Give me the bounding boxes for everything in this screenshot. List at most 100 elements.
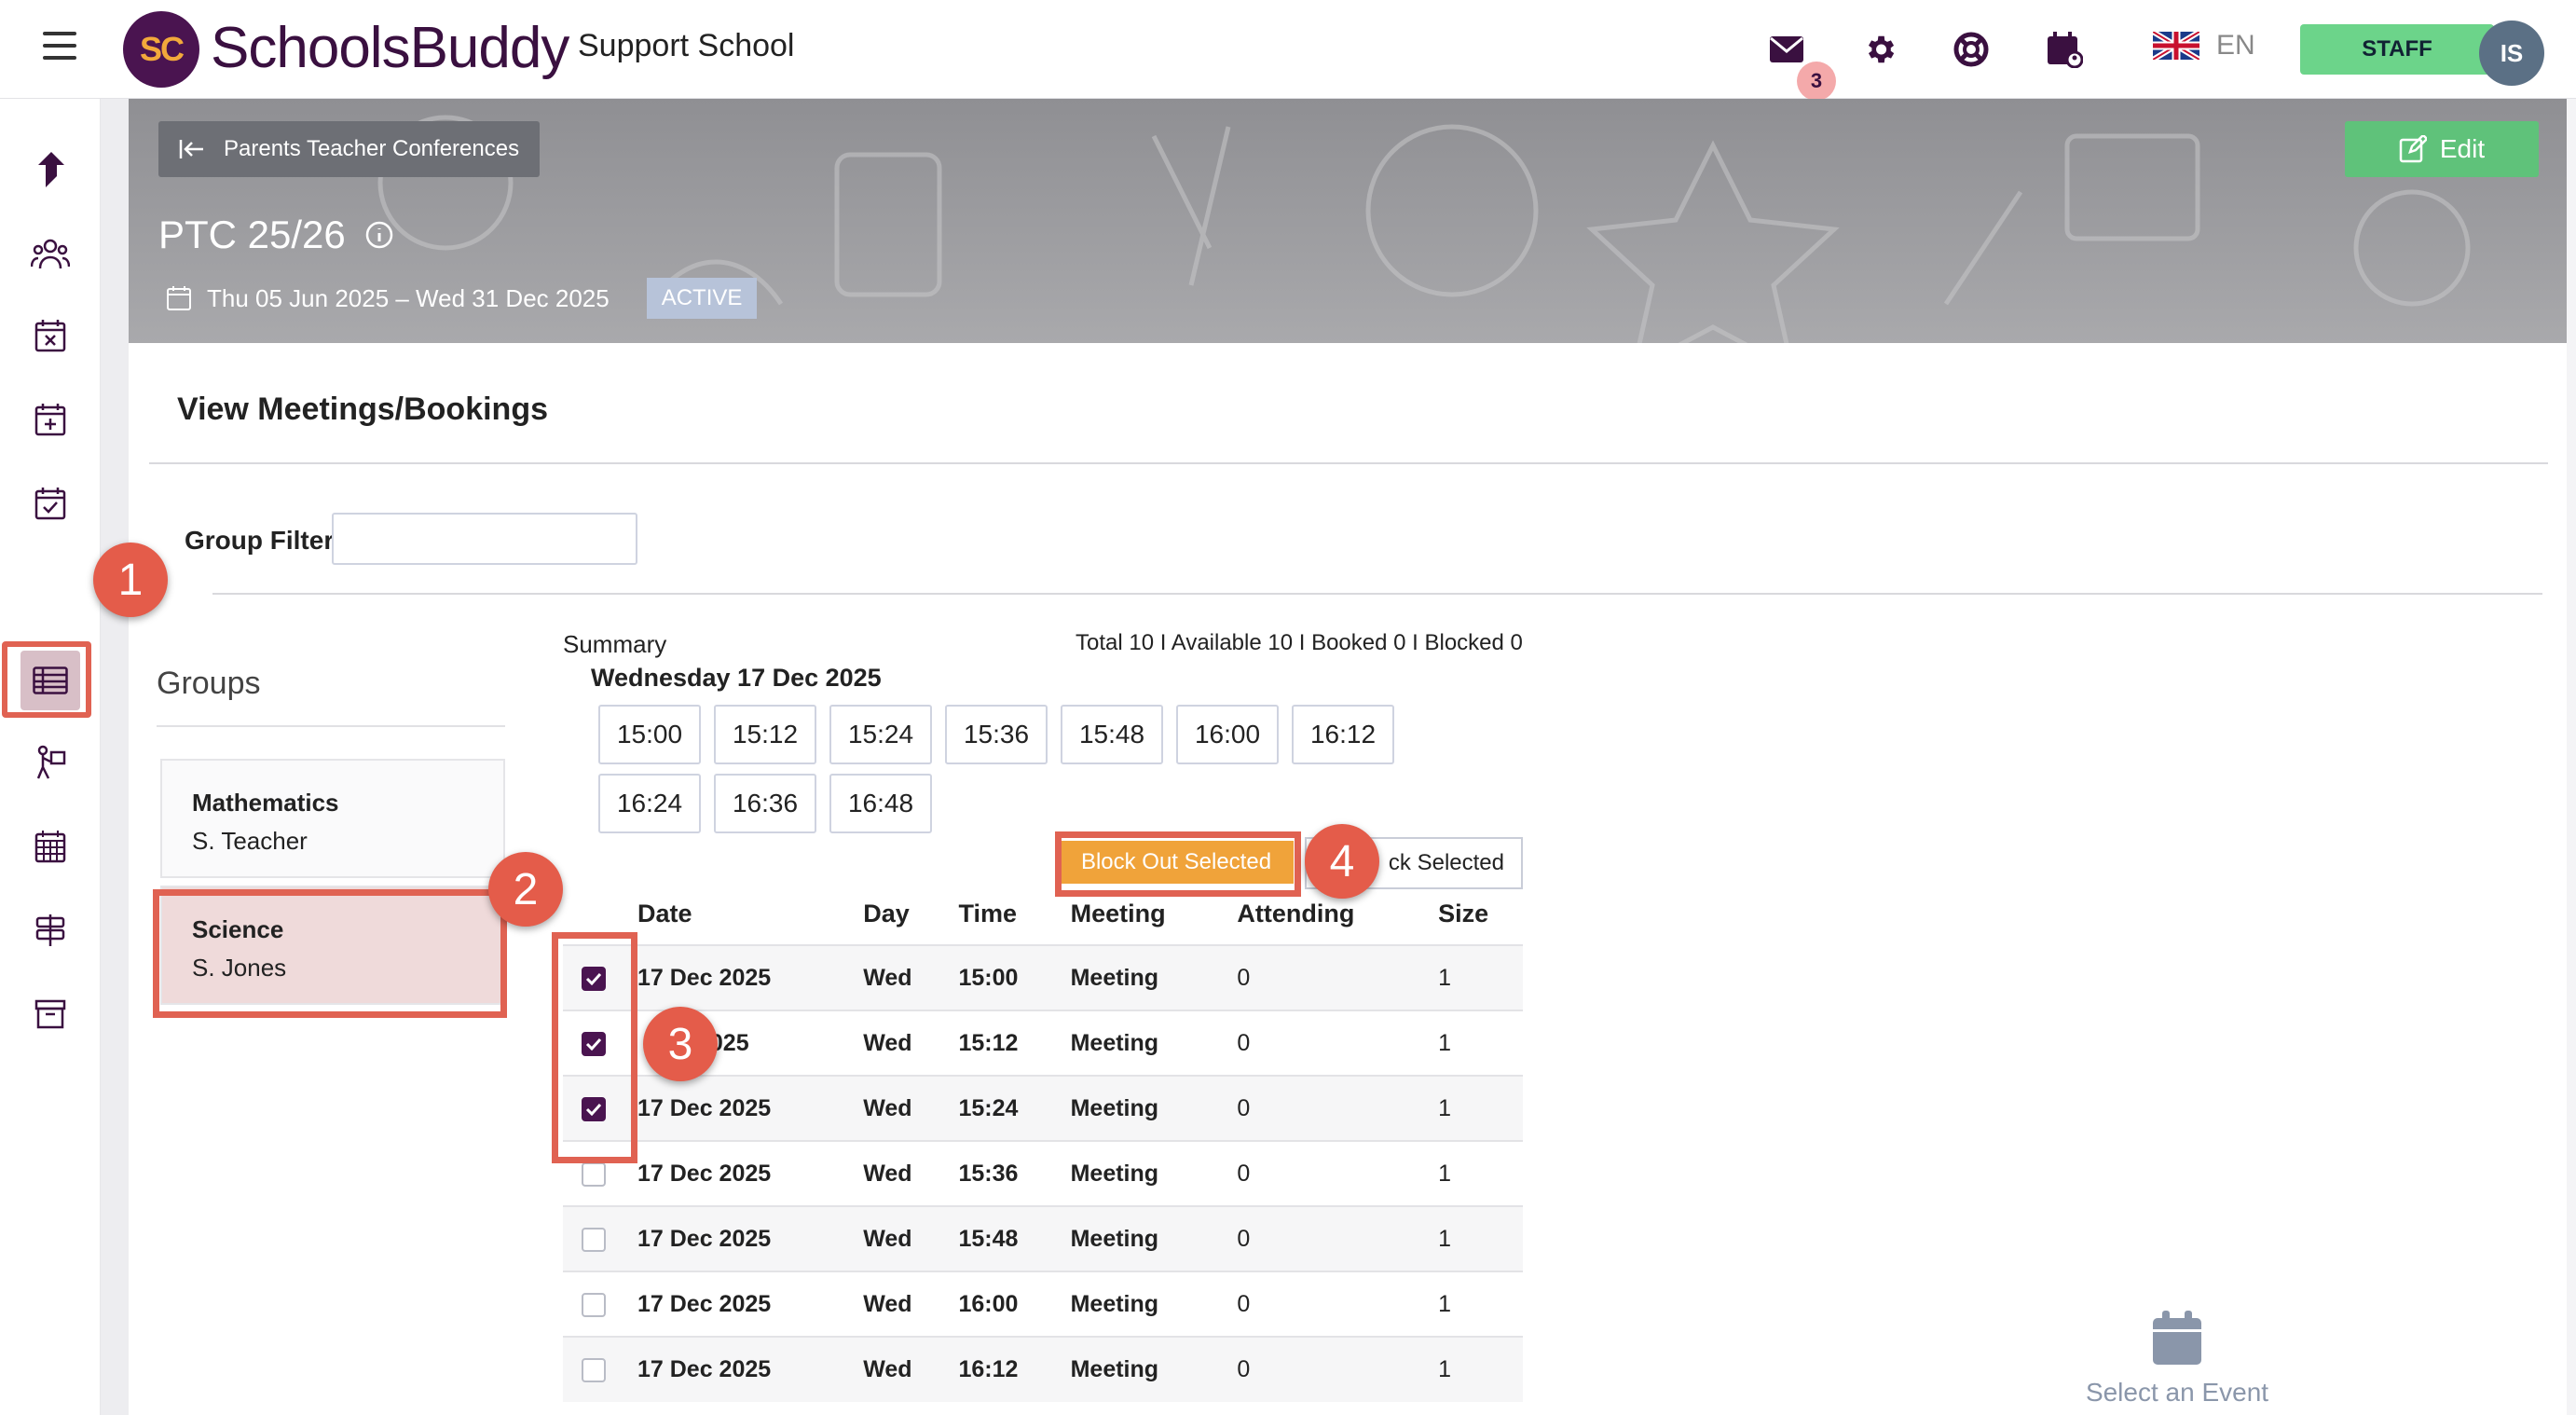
cell-meeting: Meeting	[1057, 1336, 1225, 1402]
column-header-date: Date	[637, 900, 692, 927]
cell-meeting: Meeting	[1057, 944, 1225, 1010]
hamburger-menu-icon[interactable]	[43, 32, 76, 60]
select-event-label: Select an Event	[2085, 1378, 2269, 1407]
cell-date: 17 Dec 2025	[624, 1336, 851, 1402]
cell-size: 1	[1425, 944, 1523, 1010]
sidebar-calendar-plus-icon[interactable]	[21, 390, 80, 449]
back-button-label: Parents Teacher Conferences	[224, 136, 520, 161]
row-checkbox[interactable]	[582, 1161, 606, 1187]
language-selector[interactable]: EN	[2153, 30, 2255, 62]
group-teacher: S. Teacher	[192, 827, 308, 855]
time-slot-button[interactable]: 16:12	[1292, 705, 1394, 764]
cell-time: 16:12	[945, 1336, 1058, 1402]
calendar-icon	[167, 286, 191, 310]
cell-size: 1	[1425, 1336, 1523, 1402]
time-slot-button[interactable]: 15:36	[945, 705, 1048, 764]
sidebar	[0, 99, 101, 1415]
sidebar-calendar-grid-icon[interactable]	[21, 817, 80, 876]
cell-time: 16:00	[945, 1271, 1058, 1337]
school-name: Support School	[578, 28, 795, 63]
cell-time: 15:48	[945, 1205, 1058, 1271]
time-slot-button[interactable]: 16:00	[1176, 705, 1279, 764]
language-code: EN	[2216, 30, 2255, 61]
callout-marker-2: 2	[488, 852, 563, 927]
day-label: Wednesday 17 Dec 2025	[591, 664, 882, 692]
uk-flag-icon	[2153, 32, 2199, 60]
section-title: View Meetings/Bookings	[177, 392, 549, 427]
table-row: 17 Dec 2025 Wed 15:36 Meeting 0 1	[563, 1140, 1523, 1206]
callout-marker-4: 4	[1305, 824, 1379, 899]
page-title: PTC 25/26	[158, 213, 394, 257]
table-row: 17 Dec 2025 Wed 15:24 Meeting 0 1	[563, 1075, 1523, 1141]
cell-meeting: Meeting	[1057, 1205, 1225, 1271]
messages-count-badge: 3	[1797, 62, 1836, 101]
cell-date: 17 Dec 2025	[624, 1140, 851, 1206]
time-slot-button[interactable]: 15:48	[1061, 705, 1163, 764]
event-date-range: Thu 05 Jun 2025 – Wed 31 Dec 2025 ACTIVE	[166, 278, 758, 319]
time-slot-button[interactable]: 16:36	[714, 774, 816, 833]
sidebar-archive-icon[interactable]	[21, 984, 80, 1044]
sidebar-share-arrow-icon[interactable]	[21, 140, 80, 199]
cell-size: 1	[1425, 1140, 1523, 1206]
sidebar-people-icon[interactable]	[21, 224, 80, 283]
info-icon[interactable]	[364, 220, 394, 250]
cell-time: 15:24	[945, 1075, 1058, 1141]
cell-day: Wed	[850, 944, 946, 1010]
status-badge: ACTIVE	[646, 278, 758, 319]
edit-button-label: Edit	[2439, 134, 2486, 163]
cell-day: Wed	[850, 1140, 946, 1206]
time-slot-button[interactable]: 15:00	[598, 705, 701, 764]
checkbox-highlight-box	[552, 932, 637, 1163]
group-highlight-box	[153, 889, 507, 1018]
cell-day: Wed	[850, 1336, 946, 1402]
sidebar-signpost-icon[interactable]	[21, 900, 80, 960]
staff-role-button[interactable]: STAFF	[2300, 24, 2494, 75]
divider	[212, 593, 2542, 595]
group-item-mathematics[interactable]: Mathematics S. Teacher	[160, 759, 505, 878]
row-checkbox[interactable]	[582, 1292, 606, 1317]
time-slot-button[interactable]: 15:12	[714, 705, 816, 764]
edit-button[interactable]: Edit	[2345, 121, 2539, 177]
sidebar-calendar-check-icon[interactable]	[21, 474, 80, 533]
row-checkbox[interactable]	[582, 1227, 606, 1252]
cell-attending: 0	[1224, 1336, 1426, 1402]
time-slot-button[interactable]: 16:48	[829, 774, 932, 833]
sidebar-highlight-box	[2, 641, 91, 718]
cell-size: 1	[1425, 1271, 1523, 1337]
back-to-conferences-button[interactable]: Parents Teacher Conferences	[158, 121, 541, 177]
event-banner: Parents Teacher Conferences Edit PTC 25/…	[129, 99, 2567, 343]
time-slot-button[interactable]: 16:24	[598, 774, 701, 833]
cell-attending: 0	[1224, 944, 1426, 1010]
cell-meeting: Meeting	[1057, 1075, 1225, 1141]
logo[interactable]: SC	[123, 11, 199, 88]
calendar-person-icon[interactable]	[2045, 30, 2084, 69]
sidebar-calendar-x-icon[interactable]	[21, 306, 80, 365]
row-checkbox[interactable]	[582, 1358, 606, 1383]
time-slot-button[interactable]: 15:24	[829, 705, 932, 764]
table-row: 17 Dec 2025 Wed 15:00 Meeting 0 1	[563, 944, 1523, 1010]
cell-time: 15:12	[945, 1010, 1058, 1076]
cell-time: 15:00	[945, 944, 1058, 1010]
meetings-table: Date Day Time Meeting Attending Size 17 …	[563, 884, 1523, 1402]
cell-size: 1	[1425, 1010, 1523, 1076]
cell-date: 17 Dec 2025	[624, 1205, 851, 1271]
lifebuoy-icon[interactable]	[1952, 30, 1991, 69]
table-header-row: Date Day Time Meeting Attending Size	[563, 884, 1523, 945]
table-row: 17 Dec 2025 Wed 16:12 Meeting 0 1	[563, 1336, 1523, 1402]
date-range-text: Thu 05 Jun 2025 – Wed 31 Dec 2025	[207, 283, 610, 312]
group-filter-input[interactable]	[332, 513, 637, 565]
cell-meeting: Meeting	[1057, 1140, 1225, 1206]
divider	[149, 462, 2548, 464]
sidebar-gutter	[101, 99, 129, 1415]
gear-icon[interactable]	[1860, 30, 1899, 69]
table-row: 17 Dec 2025 Wed 15:48 Meeting 0 1	[563, 1205, 1523, 1271]
sidebar-person-sign-icon[interactable]	[21, 733, 80, 792]
column-header-time: Time	[958, 900, 1017, 927]
edit-icon	[2399, 135, 2427, 163]
cell-attending: 0	[1224, 1010, 1426, 1076]
column-header-meeting: Meeting	[1070, 900, 1166, 927]
mail-icon[interactable]	[1767, 30, 1806, 69]
cell-meeting: Meeting	[1057, 1010, 1225, 1076]
avatar[interactable]: IS	[2479, 21, 2544, 86]
cell-day: Wed	[850, 1010, 946, 1076]
